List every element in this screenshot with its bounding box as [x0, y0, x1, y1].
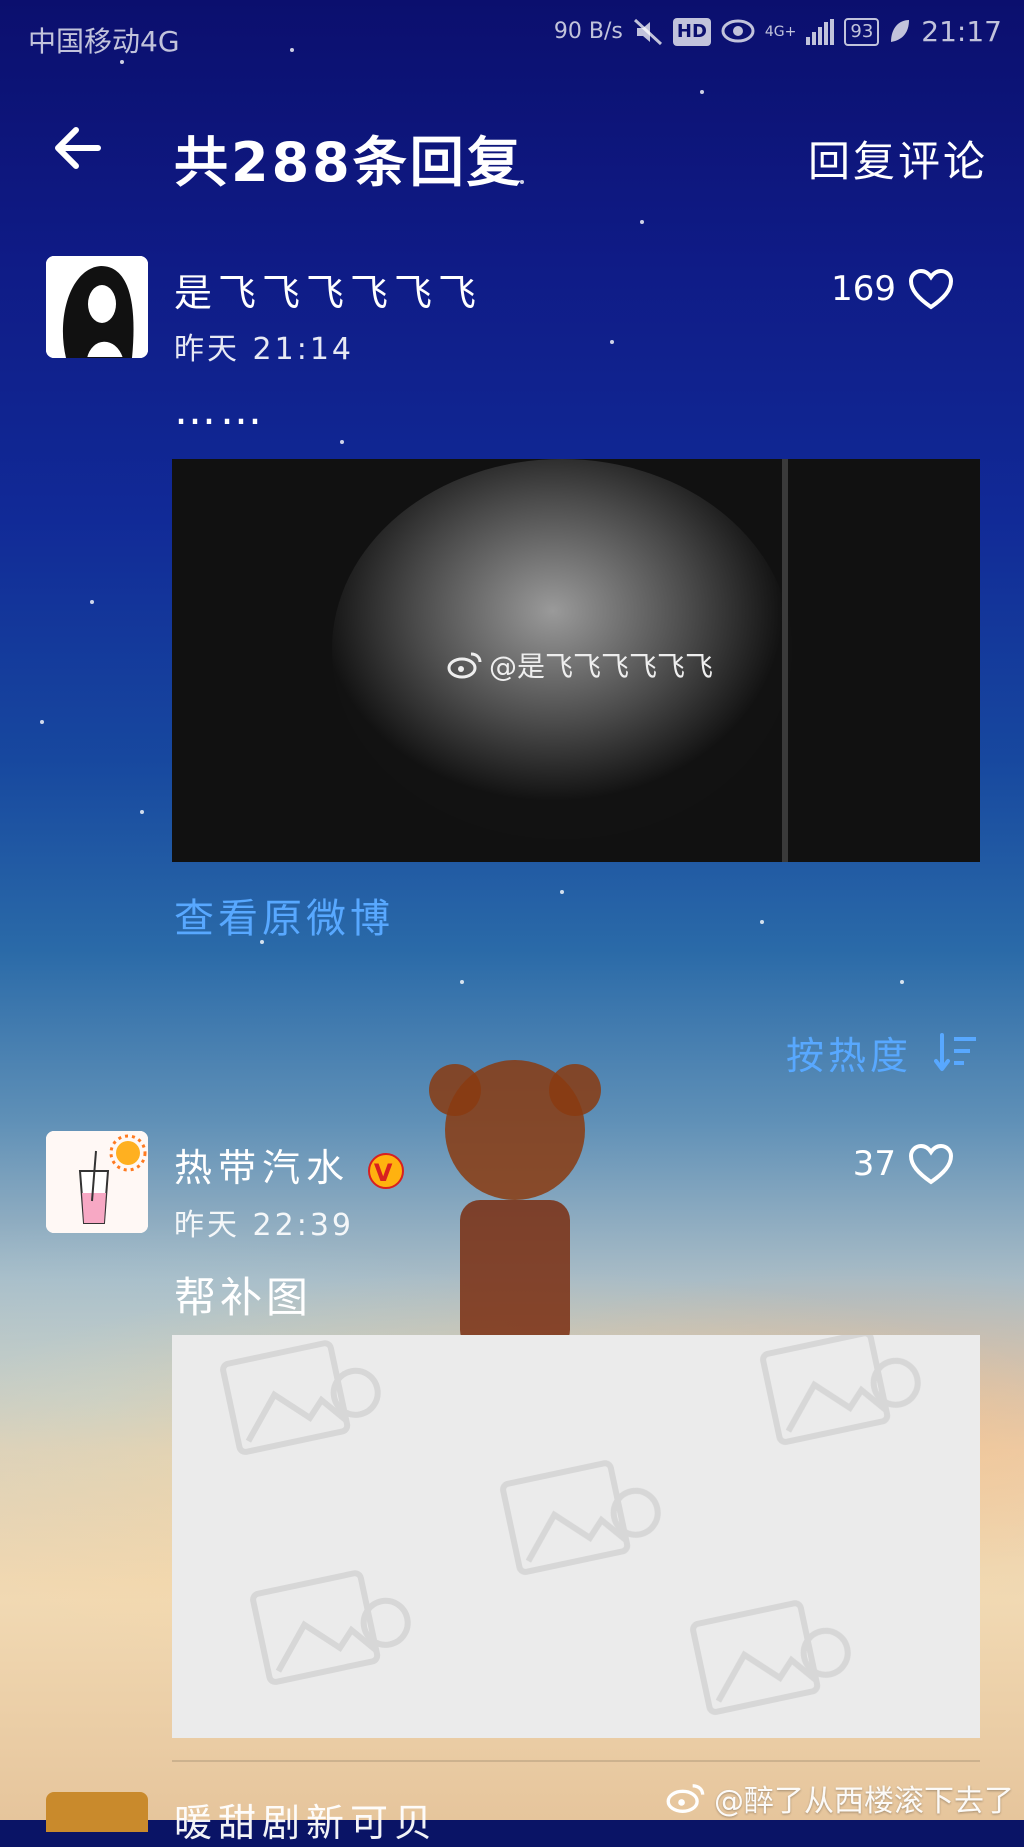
weibo-icon — [666, 1784, 705, 1813]
like-count: 169 — [831, 269, 896, 309]
sort-icon — [934, 1032, 976, 1071]
heart-icon — [908, 1143, 954, 1185]
page-watermark-text: @醉了从西楼滚下去了 — [714, 1784, 1014, 1819]
image-placeholder[interactable] — [172, 1335, 980, 1738]
comment-text: …… — [174, 385, 266, 434]
carrier-label: 中国移动4G — [28, 25, 180, 58]
reply-avatar[interactable] — [46, 1131, 148, 1233]
heart-icon — [908, 268, 954, 310]
battery-icon: 93 — [844, 18, 880, 46]
eye-comfort-icon — [721, 18, 755, 46]
leaf-icon — [889, 18, 911, 46]
reply-comment-button[interactable]: 回复评论 — [808, 128, 988, 189]
page-title: 共288条回复 — [174, 131, 524, 194]
reply-like-button[interactable]: 37 — [853, 1143, 954, 1185]
like-button[interactable]: 169 — [831, 268, 954, 310]
network-type: 4G+ — [764, 24, 797, 40]
hd-icon: HD — [672, 18, 711, 46]
reply-time: 昨天 22:39 — [174, 1208, 354, 1243]
reply-username[interactable]: 热带汽水 — [174, 1146, 350, 1190]
avatar-illustration — [46, 256, 148, 358]
view-original-link[interactable]: 查看原微博 — [174, 886, 394, 944]
mute-icon — [633, 18, 663, 46]
image-watermark-text: @是飞飞飞飞飞飞 — [489, 650, 714, 683]
comment-username[interactable]: 是飞飞飞飞飞飞 — [174, 262, 482, 317]
comment-time: 昨天 21:14 — [174, 332, 354, 367]
page-watermark: @醉了从西楼滚下去了 — [666, 1776, 1014, 1820]
sort-by-hot-button[interactable]: 按热度 — [786, 1025, 978, 1080]
back-arrow-icon[interactable] — [50, 120, 110, 180]
sort-label: 按热度 — [785, 1034, 912, 1078]
reply-like-count: 37 — [852, 1144, 896, 1184]
status-bar: 中国移动4G 90 B/s HD 4G+ 93 21:17 — [0, 0, 1024, 72]
image-watermark: @是飞飞飞飞飞飞 — [447, 645, 713, 685]
next-reply-avatar[interactable] — [46, 1792, 148, 1832]
avatar[interactable] — [46, 256, 148, 358]
broken-image-icon-pattern — [220, 1335, 921, 1715]
post-image[interactable]: @是飞飞飞飞飞飞 — [172, 459, 980, 862]
page-header: 共288条回复 回复评论 — [0, 90, 1024, 210]
verified-badge-icon: V — [368, 1152, 405, 1189]
reply-username-row: 热带汽水 V — [174, 1137, 405, 1192]
weibo-icon — [447, 652, 482, 679]
reply-text: 帮补图 — [174, 1273, 313, 1322]
net-speed: 90 B/s — [553, 19, 623, 44]
anime-girl-illustration — [429, 1060, 601, 1350]
clock: 21:17 — [921, 15, 1002, 48]
divider — [172, 1760, 980, 1762]
signal-icon — [806, 19, 835, 45]
soda-avatar-illustration — [46, 1131, 148, 1233]
